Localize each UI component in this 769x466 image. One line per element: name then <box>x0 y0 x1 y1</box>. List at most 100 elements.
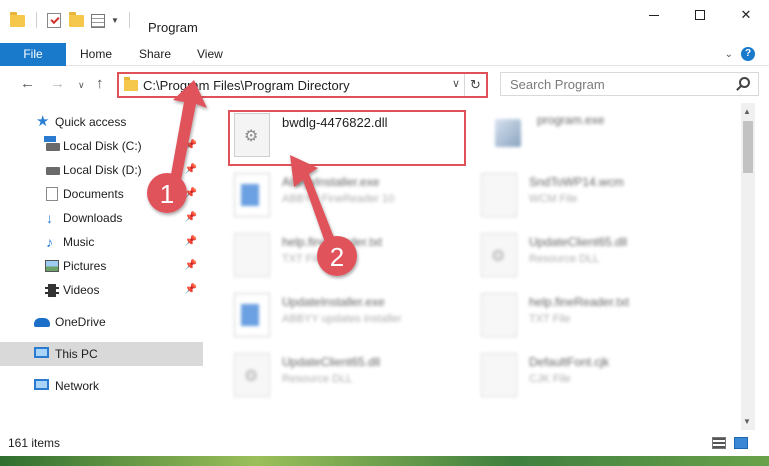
file-name: UpdateClient65.dll <box>529 235 628 249</box>
downloads-icon: ↓ <box>46 210 53 226</box>
maximize-button[interactable] <box>677 0 723 30</box>
file-name: UpdateClient65.dll <box>282 355 381 369</box>
title-bar: ▼ Program ✕ <box>0 0 769 40</box>
sidebar-item-music[interactable]: ♪ Music 📌 <box>0 230 203 254</box>
drive-icon <box>44 136 60 151</box>
address-path[interactable]: C:\Program Files\Program Directory <box>143 78 350 93</box>
sidebar-item-label: Downloads <box>63 211 123 225</box>
quick-access-toolbar: ▼ <box>10 12 134 28</box>
sidebar-item-label: OneDrive <box>55 315 106 329</box>
vertical-scrollbar[interactable]: ▲ ▼ <box>741 103 755 430</box>
minimize-icon <box>649 14 659 16</box>
tab-share[interactable]: Share <box>139 43 171 66</box>
tab-file[interactable]: File <box>0 43 66 66</box>
file-name: SndToWP14.wcm <box>529 175 624 189</box>
customize-toolbar-chevron-icon[interactable]: ▼ <box>111 16 119 25</box>
installer-icon <box>234 173 270 217</box>
recent-locations-chevron-icon[interactable]: ∨ <box>78 80 85 91</box>
sidebar-item-local-disk-c[interactable]: Local Disk (C:) 📌 <box>0 134 203 158</box>
search-input[interactable]: Search Program <box>510 77 605 92</box>
sidebar-item-label: Local Disk (D:) <box>63 163 142 177</box>
pin-icon[interactable]: 📌 <box>185 134 197 158</box>
dll-gear-icon <box>481 233 517 277</box>
toolbar-divider <box>128 12 130 28</box>
file-icon <box>234 233 270 277</box>
pc-icon <box>34 347 49 358</box>
scroll-down-icon[interactable]: ▼ <box>743 417 751 426</box>
new-folder-icon[interactable] <box>69 12 85 28</box>
file-type: CJK File <box>529 373 571 385</box>
search-icon <box>739 77 750 88</box>
documents-icon <box>46 187 58 201</box>
expand-ribbon-chevron-icon[interactable]: ⌄ <box>725 49 733 60</box>
sidebar-item-documents[interactable]: Documents 📌 <box>0 182 203 206</box>
ribbon: File Home Share View ⌄ ? <box>0 42 769 66</box>
file-item[interactable]: help.fineReader.txt TXT File <box>477 291 707 343</box>
network-icon <box>34 379 49 390</box>
file-name: DefaultFont.cjk <box>529 355 610 369</box>
file-icon <box>481 353 517 397</box>
sidebar-item-videos[interactable]: Videos 📌 <box>0 278 203 302</box>
pin-icon[interactable]: 📌 <box>185 182 197 206</box>
folder-icon[interactable] <box>10 12 26 28</box>
file-item[interactable]: help.fineReader.txt TXT File <box>230 231 460 283</box>
forward-arrow-icon[interactable]: → <box>50 75 65 92</box>
file-item[interactable]: UpdateInstaller.exe ABBYY updates instal… <box>230 291 460 343</box>
tab-home[interactable]: Home <box>80 43 112 66</box>
sidebar-item-onedrive[interactable]: OneDrive <box>0 310 203 334</box>
large-icons-view-icon[interactable] <box>734 437 748 449</box>
properties-list-icon[interactable] <box>91 12 107 28</box>
file-item[interactable]: program.exe <box>485 109 715 161</box>
file-item[interactable]: SndToWP14.wcm WCM File <box>477 171 707 223</box>
file-type: TXT File <box>529 313 571 325</box>
file-type: Resource DLL <box>282 373 353 385</box>
sidebar-item-local-disk-d[interactable]: Local Disk (D:) 📌 <box>0 158 203 182</box>
sidebar-item-downloads[interactable]: ↓ Downloads 📌 <box>0 206 203 230</box>
refresh-icon[interactable]: ↻ <box>464 74 486 96</box>
pin-icon[interactable]: 📌 <box>185 278 197 302</box>
tab-view[interactable]: View <box>197 43 223 66</box>
close-button[interactable]: ✕ <box>723 0 769 30</box>
search-box[interactable]: Search Program <box>500 72 759 96</box>
minimize-button[interactable] <box>631 0 677 30</box>
toolbar-divider <box>36 12 37 28</box>
file-item[interactable]: UpdateClient65.dll Resource DLL <box>230 351 460 403</box>
scroll-thumb[interactable] <box>743 121 753 173</box>
file-name: program.exe <box>537 113 605 127</box>
file-icon <box>481 173 517 217</box>
scroll-up-icon[interactable]: ▲ <box>743 107 751 116</box>
sidebar-item-label: Network <box>55 379 100 393</box>
sidebar-item-quick-access[interactable]: ★ Quick access <box>0 110 203 134</box>
address-dropdown-chevron-icon[interactable]: ∨ <box>452 77 460 90</box>
file-type: ABBYY updates installer <box>282 313 402 325</box>
file-item[interactable]: AbbyyInstaller.exe ABBYY FineReader 10 <box>230 171 460 223</box>
highlight-box <box>228 110 466 166</box>
drive-icon <box>46 167 60 175</box>
window-controls: ✕ <box>631 0 769 30</box>
pin-icon[interactable]: 📌 <box>185 254 197 278</box>
file-type: TXT File <box>282 253 324 265</box>
file-item[interactable]: DefaultFont.cjk CJK File <box>477 351 707 403</box>
pin-icon[interactable]: 📌 <box>185 158 197 182</box>
sidebar-item-pictures[interactable]: Pictures 📌 <box>0 254 203 278</box>
details-view-icon[interactable] <box>712 437 726 449</box>
file-name: AbbyyInstaller.exe <box>282 175 380 189</box>
sidebar-item-network[interactable]: Network <box>0 374 203 398</box>
sidebar-item-this-pc[interactable]: This PC <box>0 342 203 366</box>
back-arrow-icon[interactable]: ← <box>20 75 35 92</box>
sidebar-item-label: Local Disk (C:) <box>63 139 142 153</box>
help-icon[interactable]: ? <box>741 47 755 61</box>
pin-icon[interactable]: 📌 <box>185 230 197 254</box>
sidebar-item-label: Documents <box>63 187 124 201</box>
pin-icon[interactable]: 📌 <box>185 206 197 230</box>
address-bar[interactable]: C:\Program Files\Program Directory ∨ ↻ <box>117 72 488 98</box>
maximize-icon <box>695 10 705 20</box>
music-icon: ♪ <box>46 234 53 250</box>
up-arrow-icon[interactable]: ↑ <box>96 75 104 92</box>
dll-gear-icon <box>234 353 270 397</box>
file-item[interactable]: UpdateClient65.dll Resource DLL <box>477 231 707 283</box>
file-icon <box>481 293 517 337</box>
navigation-bar: ← → ∨ ↑ C:\Program Files\Program Directo… <box>0 67 769 103</box>
pictures-icon <box>45 260 59 272</box>
properties-check-icon[interactable] <box>47 12 63 28</box>
